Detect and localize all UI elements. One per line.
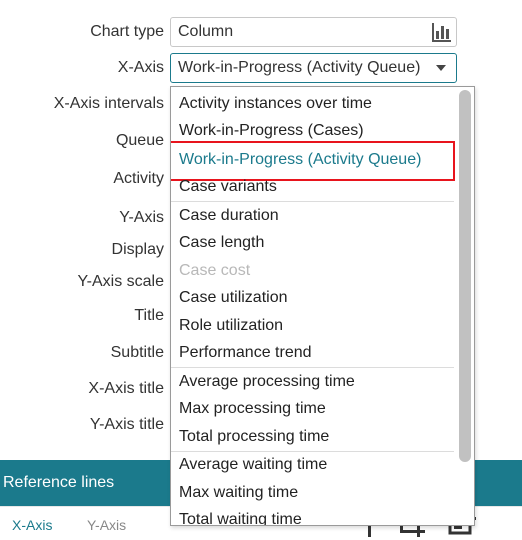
chart-type-select[interactable]: Column: [170, 17, 457, 47]
y-axis-label: Y-Axis: [119, 209, 164, 226]
option-case-variants[interactable]: Case variants: [179, 178, 277, 196]
tab-y-axis[interactable]: Y-Axis: [87, 517, 126, 533]
tab-x-axis[interactable]: X-Axis: [12, 517, 52, 533]
option-wip-cases[interactable]: Work-in-Progress (Cases): [179, 122, 364, 140]
option-performance-trend[interactable]: Performance trend: [179, 344, 312, 362]
activity-label: Activity: [113, 170, 164, 187]
title-label: Title: [134, 307, 164, 324]
option-max-processing-time[interactable]: Max processing time: [179, 400, 326, 418]
y-axis-title-label: Y-Axis title: [89, 416, 164, 433]
option-case-utilization[interactable]: Case utilization: [179, 289, 288, 307]
x-axis-label: X-Axis: [117, 59, 164, 76]
queue-label: Queue: [115, 132, 164, 149]
display-label: Display: [111, 241, 164, 258]
x-axis-intervals-label: X-Axis intervals: [53, 95, 164, 112]
option-role-utilization[interactable]: Role utilization: [179, 317, 283, 335]
dropdown-scrollbar[interactable]: [456, 87, 474, 525]
scrollbar-thumb[interactable]: [459, 90, 471, 462]
x-axis-title-label: X-Axis title: [88, 380, 164, 397]
divider: [171, 367, 454, 368]
divider: [171, 451, 454, 452]
option-average-processing-time[interactable]: Average processing time: [179, 373, 355, 391]
option-activity-instances[interactable]: Activity instances over time: [179, 95, 372, 113]
x-axis-select[interactable]: Work-in-Progress (Activity Queue): [170, 53, 457, 83]
x-axis-dropdown-list[interactable]: Activity instances over time Work-in-Pro…: [170, 86, 475, 526]
option-average-waiting-time[interactable]: Average waiting time: [179, 456, 327, 474]
reference-lines-title: Reference lines: [3, 474, 115, 491]
x-axis-value: Work-in-Progress (Activity Queue): [178, 59, 421, 76]
option-wip-activity-queue[interactable]: Work-in-Progress (Activity Queue): [179, 151, 421, 169]
option-case-cost: Case cost: [179, 262, 251, 279]
option-total-waiting-time[interactable]: Total waiting time: [179, 511, 302, 525]
option-case-duration[interactable]: Case duration: [179, 207, 279, 225]
divider: [171, 201, 454, 202]
chevron-down-icon: [436, 65, 446, 71]
y-axis-scale-label: Y-Axis scale: [77, 273, 164, 290]
option-total-processing-time[interactable]: Total processing time: [179, 428, 329, 446]
option-max-waiting-time[interactable]: Max waiting time: [179, 484, 298, 502]
bar-chart-icon: [432, 23, 451, 42]
subtitle-label: Subtitle: [110, 344, 164, 361]
chart-type-value: Column: [178, 23, 234, 40]
chart-type-label: Chart type: [90, 23, 164, 40]
option-case-length[interactable]: Case length: [179, 234, 264, 252]
